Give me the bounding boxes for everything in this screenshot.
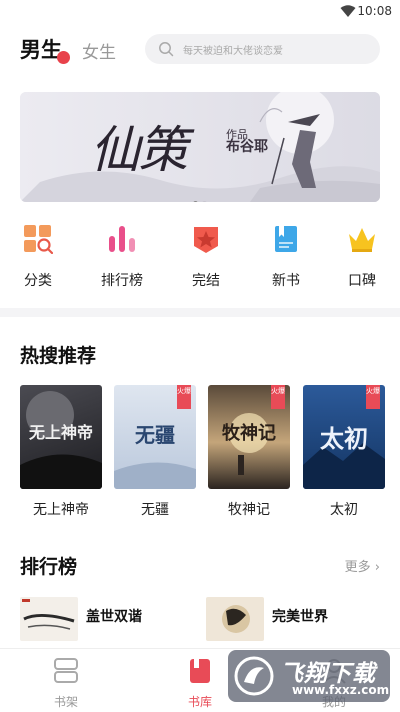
cover-title: 牧神记 — [222, 423, 276, 444]
wifi-icon — [340, 5, 356, 17]
watermark-logo-icon — [234, 656, 274, 696]
thumb-art — [22, 599, 75, 630]
tab-female[interactable]: 女生 — [82, 38, 116, 63]
book-card[interactable]: 火爆 太初 太初 — [303, 385, 385, 519]
status-time: 10:08 — [357, 4, 392, 18]
book-name: 无疆 — [141, 502, 169, 518]
book-cover: 无上神帝 — [20, 385, 102, 489]
promo-banner[interactable]: 仙策 作品 布谷耶 — [20, 92, 380, 202]
cover-title: 无疆 — [135, 423, 175, 447]
pagination-dot — [202, 201, 207, 202]
book-cover: 火爆 太初 — [303, 385, 385, 489]
tab-male[interactable]: 男生 — [20, 34, 62, 64]
ranking-bars-icon — [109, 226, 135, 252]
active-tab-indicator — [57, 51, 70, 64]
star-badge-icon — [194, 227, 218, 253]
category-grid-icon — [24, 225, 54, 255]
book-card[interactable]: 无上神帝 无上神帝 — [20, 385, 102, 519]
category-label: 口碑 — [348, 273, 376, 289]
book-cover: 火爆 牧神记 — [208, 385, 290, 489]
pagination-dot — [193, 201, 198, 202]
book-name: 牧神记 — [228, 502, 270, 518]
cover-title: 无上神帝 — [28, 423, 93, 442]
gender-tabs: 男生 女生 — [0, 30, 140, 70]
tab-library[interactable]: 书库 — [170, 657, 230, 710]
ranking-item-name: 盖世双谐 — [86, 609, 142, 625]
book-cover: 火爆 无疆 — [114, 385, 196, 489]
watermark-url: www.fxxz.com — [292, 683, 390, 697]
tab-label: 书架 — [53, 695, 78, 709]
banner-artwork — [20, 92, 380, 202]
more-label: 更多 — [344, 560, 371, 575]
search-bar[interactable]: 每天被迫和大佬谈恋爱 — [145, 34, 380, 64]
book-card[interactable]: 火爆 牧神记 牧神记 — [208, 385, 290, 519]
category-item-classify[interactable]: 分类 — [8, 224, 68, 290]
bookshelf-icon — [54, 658, 78, 683]
section-divider — [0, 308, 400, 317]
watermark: 飞翔下载 www.fxxz.com — [228, 650, 390, 702]
crown-icon — [349, 228, 375, 252]
category-item-new-books[interactable]: 新书 — [256, 224, 316, 290]
category-label: 分类 — [24, 273, 52, 289]
banner-title: 仙策 — [90, 121, 188, 179]
ranking-thumb — [20, 597, 78, 641]
category-label: 完结 — [192, 273, 220, 289]
book-name: 太初 — [330, 502, 358, 518]
book-card[interactable]: 火爆 无疆 无疆 — [114, 385, 196, 519]
banner-pagination — [20, 191, 380, 202]
category-shortcuts: 分类 排行榜 完结 新书 口碑 — [0, 224, 400, 294]
category-label: 排行榜 — [101, 273, 143, 289]
category-item-finished[interactable]: 完结 — [176, 224, 236, 290]
cover-title: 太初 — [320, 424, 368, 453]
ranking-thumb — [206, 597, 264, 641]
library-book-icon — [190, 659, 210, 683]
chevron-right-icon: › — [374, 560, 380, 575]
category-item-reputation[interactable]: 口碑 — [332, 224, 392, 290]
category-label: 新书 — [272, 273, 300, 289]
hot-search-books: 无上神帝 无上神帝 火爆 无疆 无疆 火爆 牧神记 牧神记 火爆 太初 太初 — [20, 385, 385, 525]
hot-search-title: 热搜推荐 — [20, 345, 97, 367]
banner-author: 作品 布谷耶 — [226, 128, 268, 154]
new-book-icon — [275, 226, 297, 252]
banner-author-name: 布谷耶 — [226, 139, 268, 155]
ranking-title: 排行榜 — [20, 556, 78, 578]
tab-bookshelf[interactable]: 书架 — [36, 657, 96, 710]
status-bar: 10:08 — [0, 0, 400, 24]
search-icon — [159, 42, 174, 57]
tab-label: 书库 — [187, 695, 212, 709]
book-name: 无上神帝 — [33, 502, 89, 518]
ranking-more-link[interactable]: 更多 › — [345, 556, 380, 575]
thumb-art — [222, 605, 250, 633]
search-placeholder: 每天被迫和大佬谈恋爱 — [183, 46, 283, 57]
ranking-item-name: 完美世界 — [272, 609, 328, 625]
category-item-ranking[interactable]: 排行榜 — [92, 224, 152, 290]
